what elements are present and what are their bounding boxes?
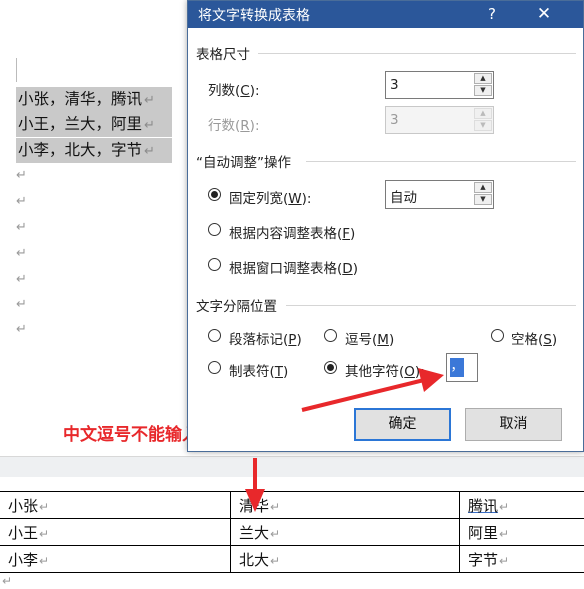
- table-cell[interactable]: 小王↵: [0, 518, 231, 546]
- help-button[interactable]: ?: [480, 3, 504, 25]
- spin-down-icon[interactable]: ▼: [474, 194, 492, 205]
- separator-paragraph-label: 段落标记(P): [229, 332, 302, 348]
- table-cell[interactable]: 小张↵: [0, 491, 231, 519]
- selected-text-line[interactable]: 小王，兰大，阿里 ↵: [16, 112, 172, 137]
- spin-down-icon[interactable]: ▼: [474, 85, 492, 96]
- screenshot-separator: [0, 456, 584, 477]
- cell-end-mark-icon: ↵: [39, 553, 50, 568]
- fixed-width-value: 自动: [390, 190, 417, 206]
- cell-end-mark-icon: ↵: [39, 499, 50, 514]
- paragraph-mark-icon: ↵: [144, 118, 155, 133]
- spin-up-icon[interactable]: ▲: [474, 73, 492, 84]
- spin-down-icon: ▼: [474, 120, 492, 131]
- separator-other-label: 其他字符(O):: [345, 364, 425, 380]
- cell-end-mark-icon: ↵: [499, 526, 510, 541]
- fixed-width-spin[interactable]: ▲ ▼: [474, 182, 492, 207]
- paragraph-mark-icon: ↵: [16, 194, 27, 209]
- table-row: 小王↵ 兰大↵ 阿里↵: [0, 518, 584, 546]
- columns-label: 列数(C):: [208, 83, 260, 99]
- selected-text-line[interactable]: 小李，北大，字节 ↵: [16, 138, 172, 163]
- cell-end-mark-icon: ↵: [270, 499, 281, 514]
- separator-space-radio[interactable]: [491, 329, 504, 342]
- spin-up-icon[interactable]: ▲: [474, 182, 492, 193]
- columns-spinner[interactable]: 3 ▲ ▼: [385, 71, 494, 99]
- columns-value: 3: [390, 77, 399, 93]
- paragraph-mark-icon: ↵: [144, 144, 155, 159]
- dialog-title: 将文字转换成表格: [198, 8, 310, 24]
- paragraph-mark-icon: ↵: [2, 574, 13, 588]
- cell-end-mark-icon: ↵: [270, 553, 281, 568]
- fixed-width-select[interactable]: 自动 ▲ ▼: [385, 180, 494, 209]
- fixed-width-label: 固定列宽(W):: [229, 191, 312, 207]
- separator-other-radio[interactable]: [324, 361, 337, 374]
- autofit-window-radio[interactable]: [208, 258, 221, 271]
- group-divider: [286, 305, 576, 306]
- separator-comma-radio[interactable]: [324, 329, 337, 342]
- paragraph-mark-icon: ↵: [16, 168, 27, 183]
- paragraph-mark-icon: ↵: [16, 272, 27, 287]
- convert-text-to-table-dialog: 将文字转换成表格 ? ✕ 表格尺寸 列数(C): 3 ▲ ▼ 行数(R): 3 …: [187, 0, 584, 452]
- converted-table[interactable]: 小张↵ 清华↵ 腾讯↵ 小王↵ 兰大↵ 阿里↵ 小李↵ 北大↵ 字节↵: [0, 491, 584, 573]
- autofit-content-radio[interactable]: [208, 223, 221, 236]
- paragraph-mark-icon: ↵: [16, 246, 27, 261]
- selected-text-line[interactable]: 小张，清华，腾讯 ↵: [16, 87, 172, 112]
- table-cell[interactable]: 腾讯↵: [459, 491, 584, 519]
- cell-end-mark-icon: ↵: [499, 499, 510, 514]
- autofit-group-title: “自动调整”操作: [196, 155, 291, 171]
- cell-end-mark-icon: ↵: [270, 526, 281, 541]
- cell-end-mark-icon: ↵: [39, 526, 50, 541]
- separator-tab-radio[interactable]: [208, 361, 221, 374]
- separator-tab-label: 制表符(T): [229, 364, 289, 380]
- close-button[interactable]: ✕: [532, 3, 556, 25]
- table-size-group-title: 表格尺寸: [196, 47, 250, 63]
- table-row: 小张↵ 清华↵ 腾讯↵: [0, 491, 584, 519]
- autofit-content-label: 根据内容调整表格(F): [229, 226, 356, 242]
- line-text: 小张，清华，腾讯: [18, 90, 143, 108]
- table-cell[interactable]: 清华↵: [230, 491, 460, 519]
- group-divider: [258, 53, 576, 54]
- fixed-width-radio[interactable]: [208, 188, 221, 201]
- table-cell[interactable]: 字节↵: [459, 545, 584, 573]
- separator-paragraph-radio[interactable]: [208, 329, 221, 342]
- separator-group-title: 文字分隔位置: [196, 299, 277, 315]
- text-cursor: [16, 58, 17, 82]
- rows-value: 3: [390, 112, 399, 128]
- table-cell[interactable]: 小李↵: [0, 545, 231, 573]
- paragraph-mark-icon: ↵: [16, 322, 27, 337]
- line-text: 小王，兰大，阿里: [18, 115, 143, 133]
- paragraph-mark-icon: ↵: [144, 93, 155, 108]
- table-cell[interactable]: 阿里↵: [459, 518, 584, 546]
- rows-label: 行数(R):: [208, 118, 260, 134]
- ok-button[interactable]: 确定: [354, 408, 451, 441]
- other-character-input[interactable]: ，: [446, 353, 478, 382]
- rows-spinner: 3 ▲ ▼: [385, 106, 494, 134]
- table-row: 小李↵ 北大↵ 字节↵: [0, 545, 584, 573]
- paragraph-mark-icon: ↵: [16, 297, 27, 312]
- separator-comma-label: 逗号(M): [345, 332, 395, 348]
- table-cell[interactable]: 兰大↵: [230, 518, 460, 546]
- group-divider: [306, 161, 576, 162]
- spin-up-icon: ▲: [474, 108, 492, 119]
- separator-space-label: 空格(S): [511, 332, 558, 348]
- cell-end-mark-icon: ↵: [499, 553, 510, 568]
- cancel-button[interactable]: 取消: [465, 408, 562, 441]
- paragraph-mark-icon: ↵: [16, 220, 27, 235]
- other-character-value: ，: [450, 358, 464, 377]
- dialog-titlebar[interactable]: 将文字转换成表格 ? ✕: [188, 1, 583, 28]
- line-text: 小李，北大，字节: [18, 141, 143, 159]
- autofit-window-label: 根据窗口调整表格(D): [229, 261, 358, 277]
- table-cell[interactable]: 北大↵: [230, 545, 460, 573]
